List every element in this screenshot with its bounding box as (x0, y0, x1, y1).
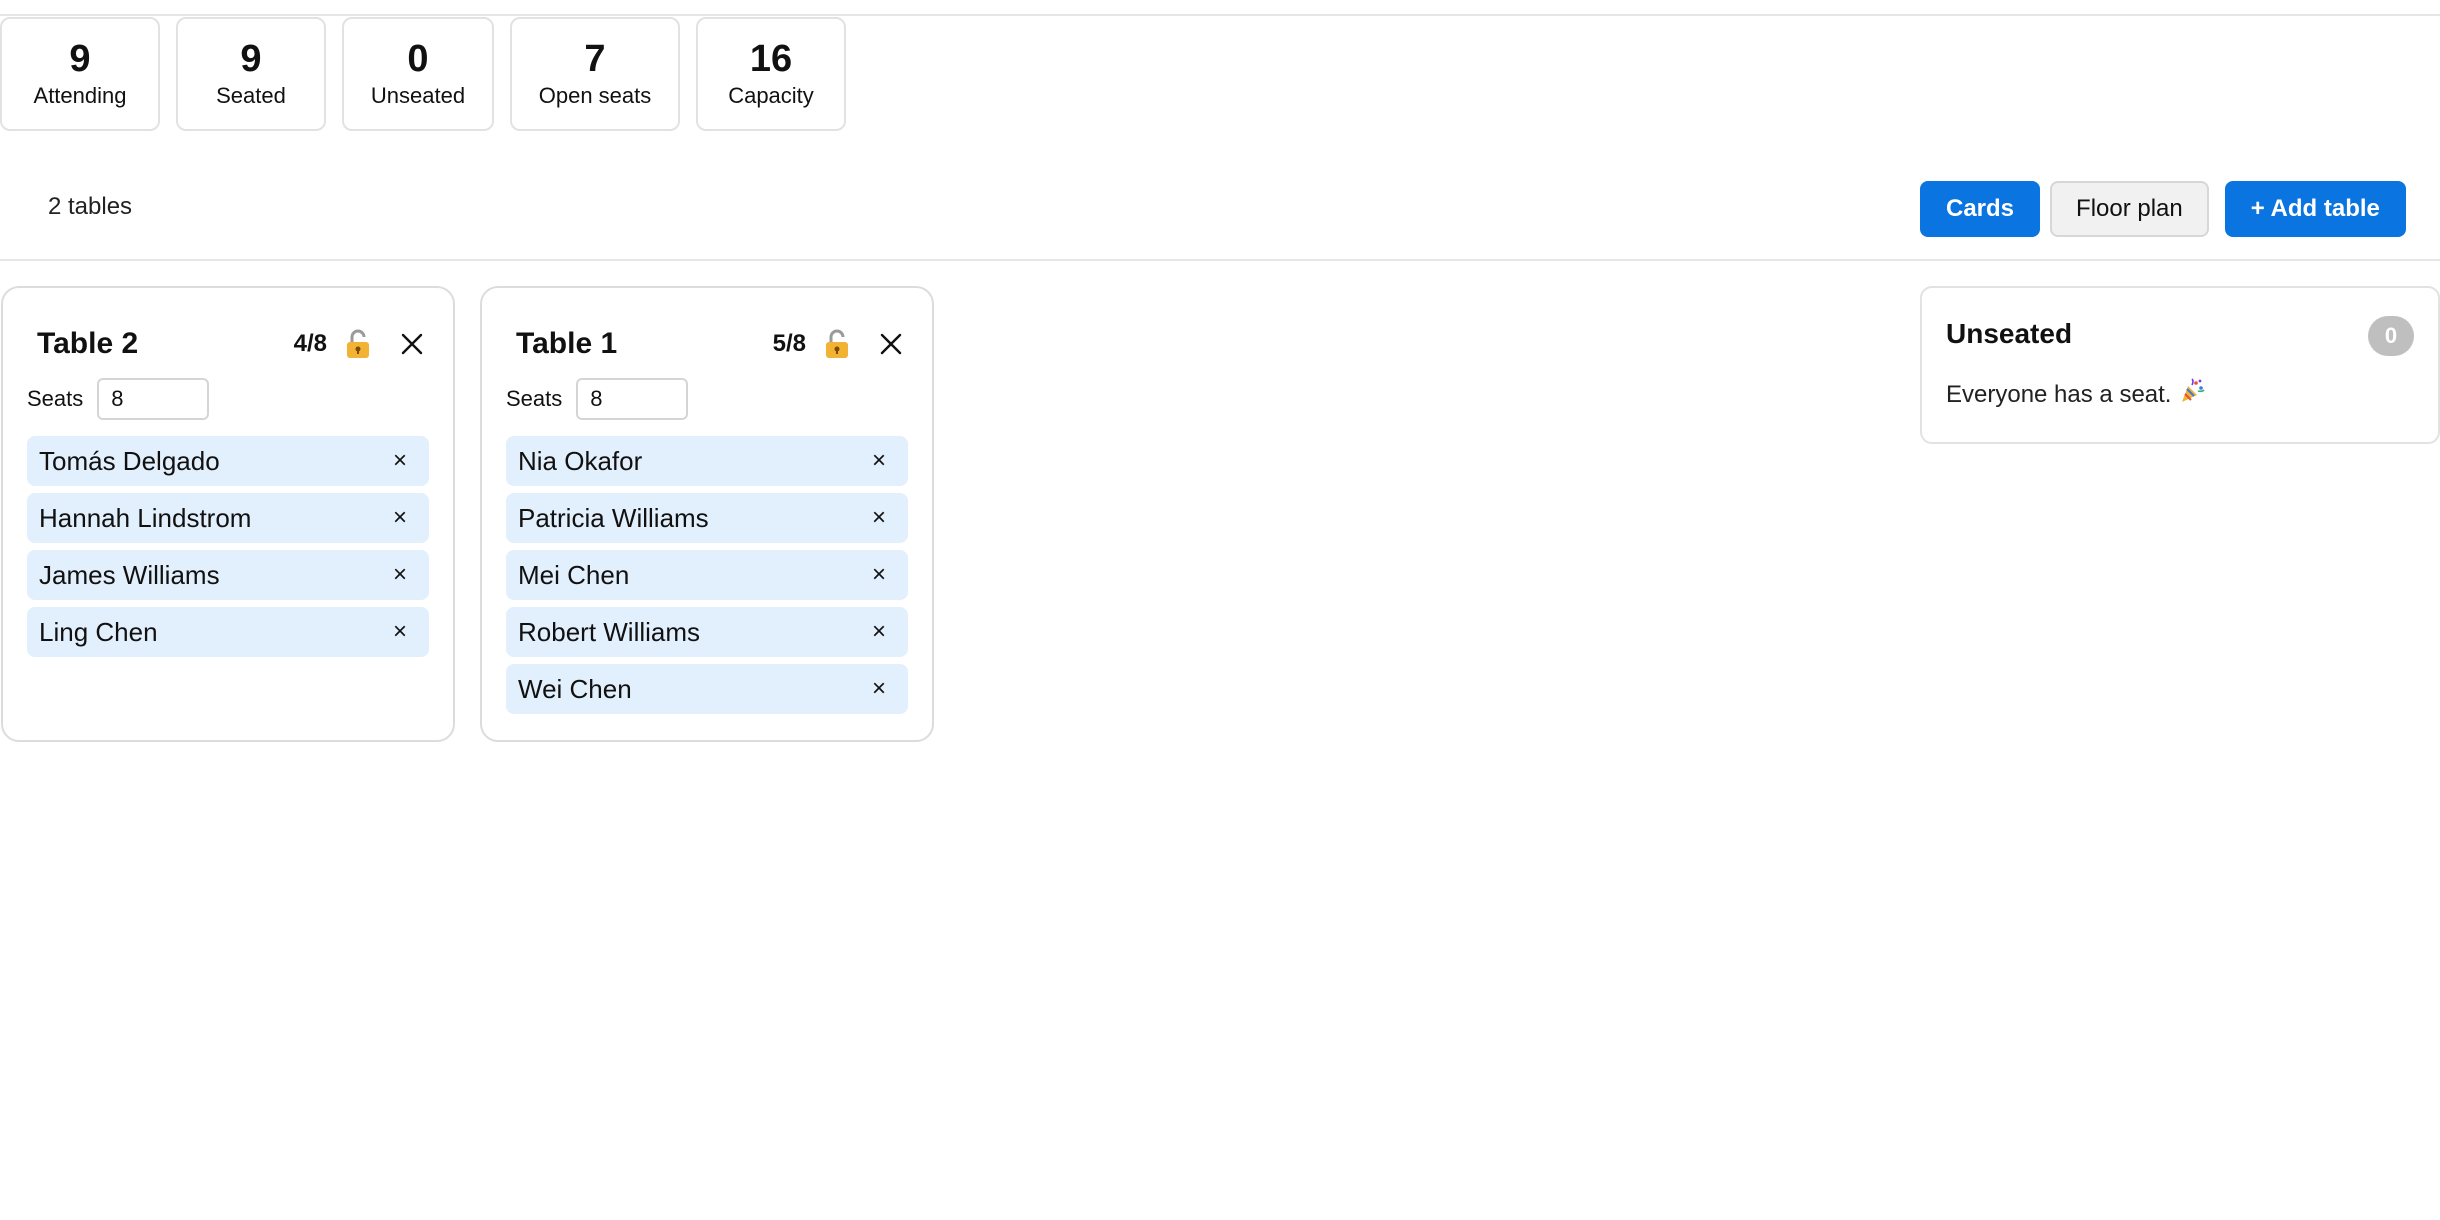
unlocked-padlock-icon[interactable] (824, 329, 850, 359)
guest-chip[interactable]: Robert Williams × (506, 607, 908, 657)
guest-name: Tomás Delgado (39, 445, 220, 476)
guest-name: James Williams (39, 559, 220, 590)
table-count: 2 tables (48, 193, 133, 220)
stat-value: 7 (584, 38, 606, 80)
unseated-message: Everyone has a seat. (1946, 378, 2206, 411)
remove-guest-icon[interactable]: × (864, 446, 894, 476)
guest-list: Nia Okafor × Patricia Williams × Mei Che… (506, 436, 908, 714)
stat-attending: 9 Attending (0, 17, 160, 131)
guest-chip[interactable]: Nia Okafor × (506, 436, 908, 486)
table-title: Table 2 (37, 327, 139, 360)
table-card-header: Table 1 5/8 (516, 318, 908, 370)
guest-name: Patricia Williams (518, 502, 709, 533)
guest-chip[interactable]: Ling Chen × (27, 607, 429, 657)
seats-label: Seats (506, 386, 563, 411)
stat-label: Capacity (728, 83, 814, 108)
guest-chip[interactable]: Hannah Lindstrom × (27, 493, 429, 543)
remove-guest-icon[interactable]: × (385, 503, 415, 533)
seats-row: Seats (27, 378, 210, 420)
guest-chip[interactable]: Wei Chen × (506, 664, 908, 714)
cards-view-button[interactable]: Cards (1920, 181, 2041, 237)
stat-seated: 9 Seated (176, 17, 326, 131)
table-card: Table 1 5/8 Seats Nia Okafor × Patricia … (480, 286, 934, 742)
stat-unseated: 0 Unseated (342, 17, 494, 131)
stat-label: Seated (216, 83, 286, 108)
guest-name: Hannah Lindstrom (39, 502, 252, 533)
remove-guest-icon[interactable]: × (864, 503, 894, 533)
floor-plan-view-button[interactable]: Floor plan (2050, 181, 2209, 237)
remove-guest-icon[interactable]: × (385, 446, 415, 476)
guest-chip[interactable]: Tomás Delgado × (27, 436, 429, 486)
unseated-panel: Unseated 0 Everyone has a seat. (1920, 286, 2440, 444)
close-icon[interactable] (874, 327, 908, 361)
guest-chip[interactable]: James Williams × (27, 550, 429, 600)
party-popper-icon (2179, 378, 2206, 411)
remove-guest-icon[interactable]: × (864, 674, 894, 704)
guest-chip[interactable]: Mei Chen × (506, 550, 908, 600)
stat-value: 9 (69, 38, 91, 80)
seats-row: Seats (506, 378, 689, 420)
unseated-count-badge: 0 (2368, 316, 2414, 356)
table-occupancy: 4/8 (293, 330, 327, 357)
guest-name: Mei Chen (518, 559, 630, 590)
seats-input[interactable] (576, 378, 689, 420)
guest-list: Tomás Delgado × Hannah Lindstrom × James… (27, 436, 429, 657)
stat-label: Open seats (538, 83, 652, 108)
stat-value: 16 (749, 38, 793, 80)
remove-guest-icon[interactable]: × (864, 617, 894, 647)
stat-value: 0 (407, 38, 429, 80)
guest-chip[interactable]: Patricia Williams × (506, 493, 908, 543)
stat-open-seats: 7 Open seats (510, 17, 680, 131)
unseated-title: Unseated (1946, 318, 2073, 349)
table-title: Table 1 (516, 327, 618, 360)
add-table-button[interactable]: + Add table (2224, 181, 2406, 237)
unlocked-padlock-icon[interactable] (345, 329, 371, 359)
stats-row: 9 Attending 9 Seated 0 Unseated 7 Open s… (0, 17, 846, 131)
guest-name: Robert Williams (518, 616, 701, 647)
unseated-message-text: Everyone has a seat. (1946, 380, 2172, 408)
close-icon[interactable] (395, 327, 429, 361)
seats-label: Seats (27, 386, 84, 411)
toolbar-divider (0, 259, 2440, 261)
view-toolbar: Cards Floor plan + Add table (1920, 181, 2406, 237)
table-occupancy: 5/8 (772, 330, 806, 357)
remove-guest-icon[interactable]: × (864, 560, 894, 590)
top-divider (0, 14, 2440, 16)
guest-name: Ling Chen (39, 616, 158, 647)
seats-input[interactable] (97, 378, 210, 420)
guest-name: Wei Chen (518, 673, 632, 704)
table-card-header: Table 2 4/8 (37, 318, 429, 370)
remove-guest-icon[interactable]: × (385, 560, 415, 590)
stat-capacity: 16 Capacity (696, 17, 846, 131)
guest-name: Nia Okafor (518, 445, 643, 476)
stat-label: Unseated (370, 83, 466, 108)
stat-value: 9 (240, 38, 262, 80)
table-card: Table 2 4/8 Seats Tomás Delgado × Hannah… (1, 286, 455, 742)
remove-guest-icon[interactable]: × (385, 617, 415, 647)
stat-label: Attending (33, 83, 127, 108)
